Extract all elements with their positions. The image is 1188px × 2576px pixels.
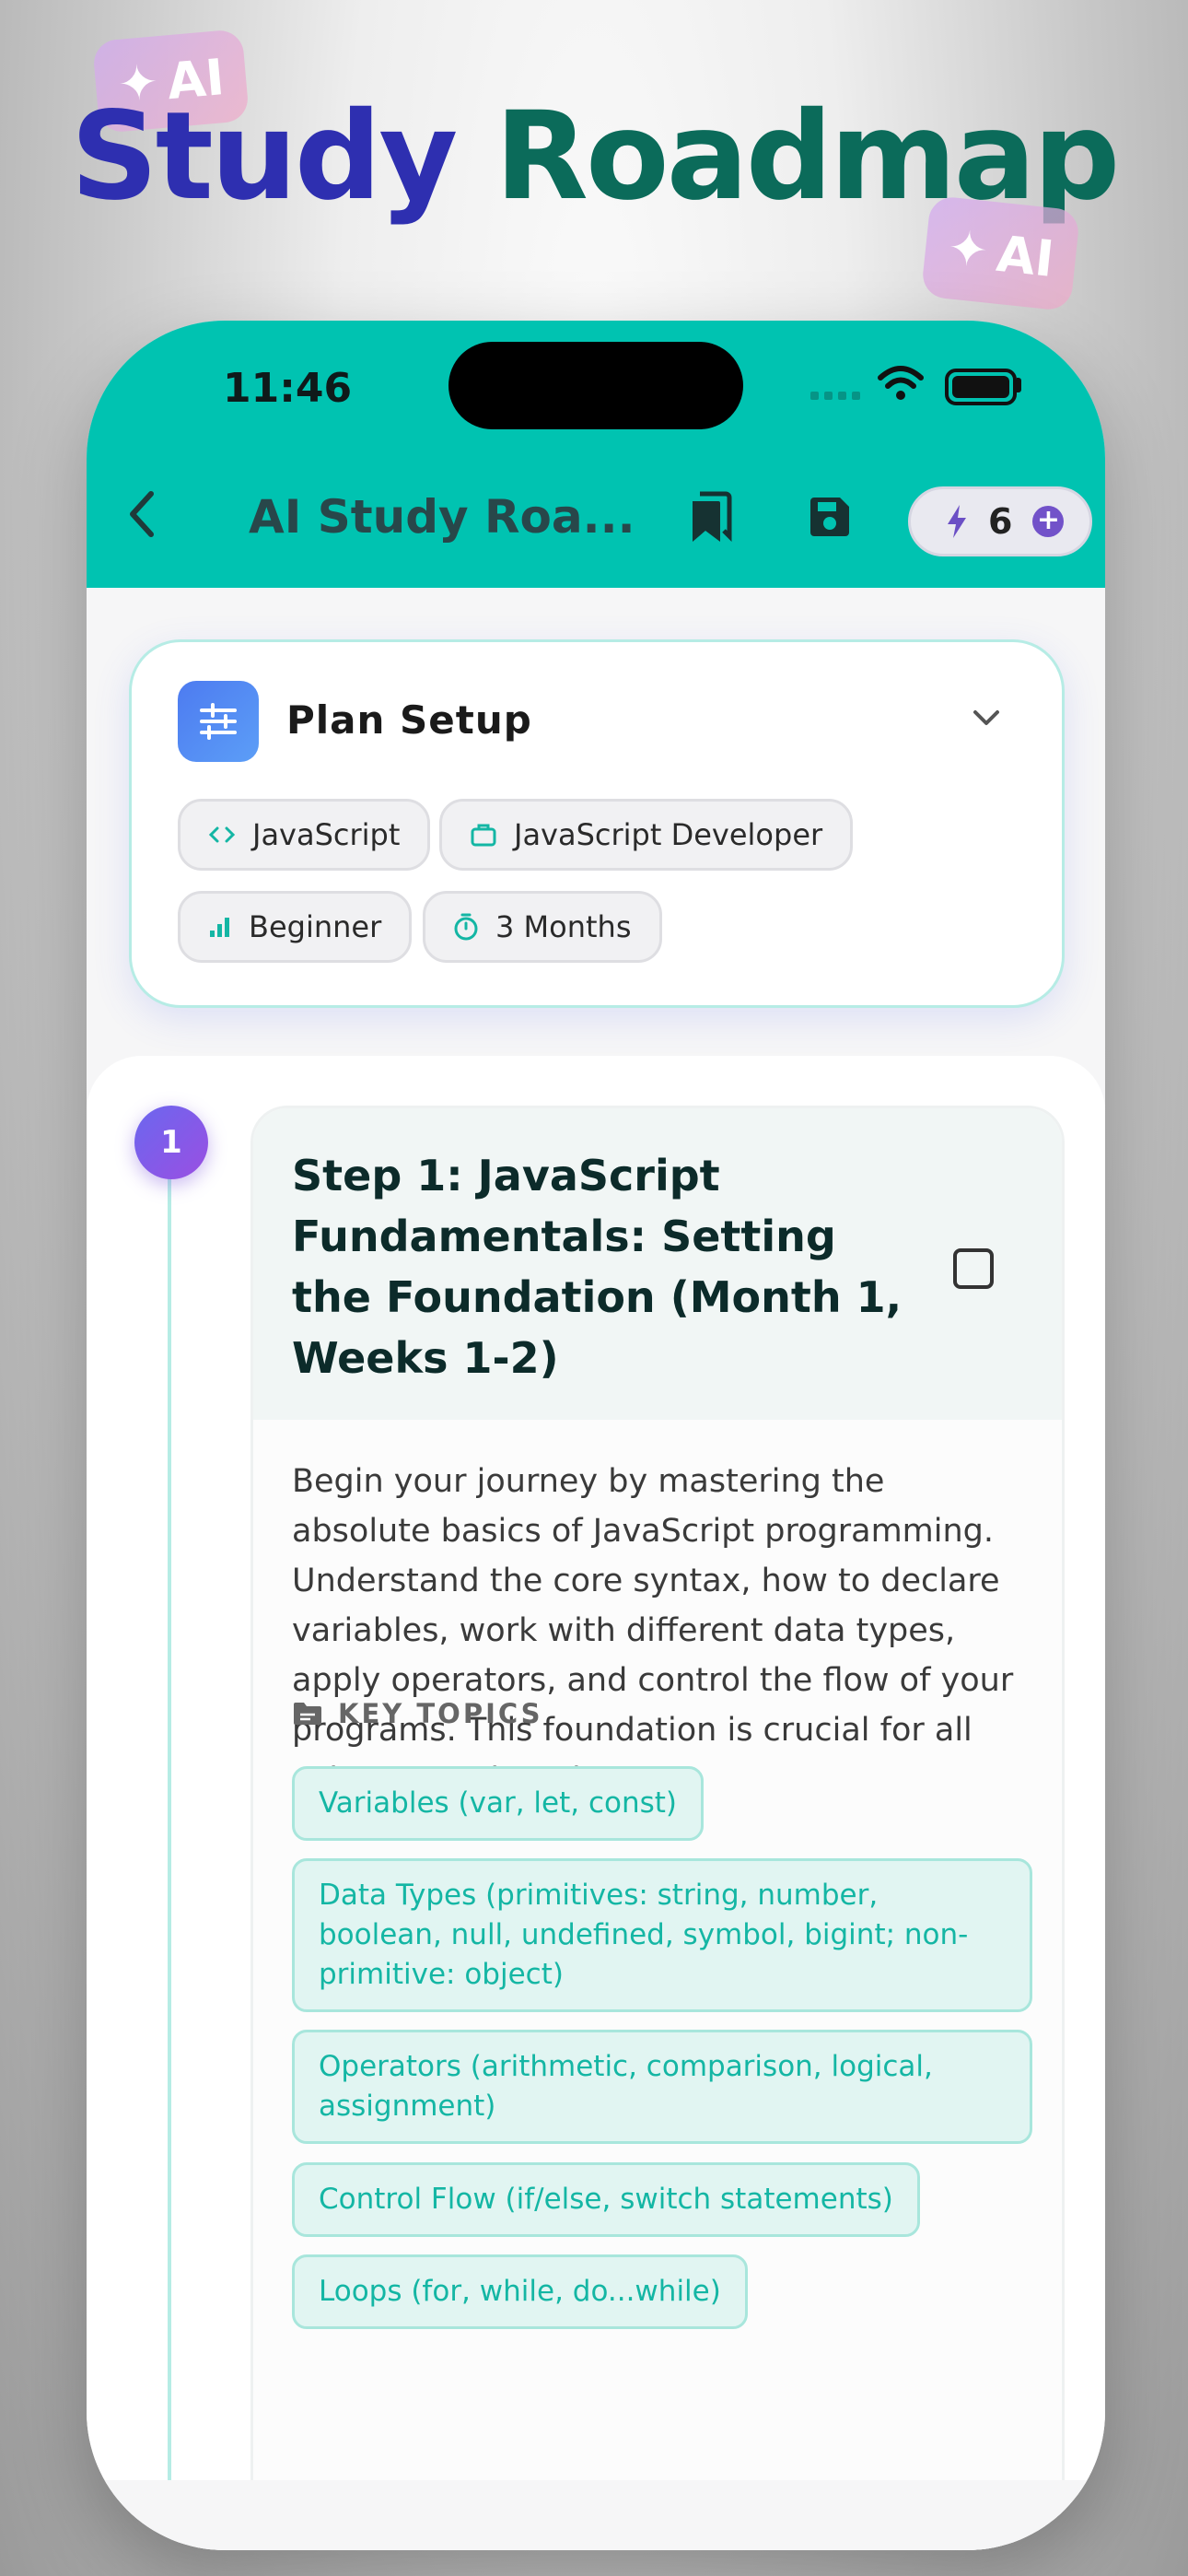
topic-chip: Control Flow (if/else, switch statements…	[292, 2162, 920, 2237]
key-topics-heading: KEY TOPICS	[292, 1698, 543, 1729]
chip-label: Beginner	[249, 909, 382, 944]
ai-badge-label: AI	[994, 224, 1057, 288]
chip-level: Beginner	[178, 891, 413, 963]
save-icon[interactable]	[807, 494, 853, 540]
chip-label: 3 Months	[495, 909, 632, 944]
back-chevron-icon[interactable]	[123, 486, 160, 542]
level-bars-icon	[210, 918, 229, 937]
step-card: Step 1: JavaScript Fundamentals: Setting…	[250, 1106, 1065, 2550]
folder-icon	[294, 1703, 321, 1725]
topic-chip: Loops (for, while, do...while)	[292, 2254, 748, 2329]
plan-setup-card: Plan Setup JavaScript JavaScript Develop…	[129, 639, 1065, 1008]
dynamic-island	[448, 342, 743, 429]
phone-frame: 11:46 AI Study Roa... 6 + Plan Setup Jav…	[87, 321, 1105, 2550]
code-icon	[208, 826, 236, 843]
step-number-badge: 1	[134, 1106, 208, 1179]
timer-icon	[454, 913, 478, 941]
bookmarks-icon[interactable]	[689, 490, 735, 544]
key-topics-label: KEY TOPICS	[338, 1698, 543, 1729]
step-description: Begin your journey by mastering the abso…	[292, 1463, 1014, 1798]
header-title: AI Study Roa...	[249, 490, 635, 544]
headline-word-study: Study	[70, 86, 459, 228]
step-title: Step 1: JavaScript Fundamentals: Setting…	[292, 1151, 903, 1383]
wifi-icon	[878, 366, 924, 400]
topic-chip: Variables (var, let, const)	[292, 1766, 705, 1841]
credits-pill[interactable]: 6 +	[908, 486, 1092, 556]
chip-label: JavaScript Developer	[514, 817, 823, 852]
credits-count: 6	[988, 501, 1013, 542]
sparkle-icon: ✦	[945, 220, 991, 280]
chip-language: JavaScript	[178, 799, 431, 871]
topic-chip: Operators (arithmetic, comparison, logic…	[292, 2030, 1032, 2144]
status-time: 11:46	[223, 365, 353, 412]
bottom-safe-area	[87, 2480, 1105, 2550]
chip-duration: 3 Months	[423, 891, 662, 963]
chip-role: JavaScript Developer	[439, 799, 854, 871]
battery-tip	[1017, 378, 1021, 392]
plan-setup-title: Plan Setup	[286, 697, 532, 743]
plus-icon[interactable]: +	[1032, 506, 1065, 537]
topic-chip: Data Types (primitives: string, number, …	[292, 1858, 1032, 2012]
briefcase-icon	[471, 824, 496, 847]
cellular-signal-icon	[810, 392, 860, 400]
timeline-line	[168, 1113, 171, 2550]
step-complete-checkbox[interactable]	[953, 1248, 994, 1289]
ai-badge: ✦ AI	[920, 194, 1081, 312]
chevron-down-icon[interactable]	[972, 708, 1001, 729]
battery-icon	[945, 369, 1017, 405]
chip-label: JavaScript	[252, 817, 401, 852]
sliders-icon	[178, 681, 259, 762]
bolt-icon	[948, 505, 966, 538]
